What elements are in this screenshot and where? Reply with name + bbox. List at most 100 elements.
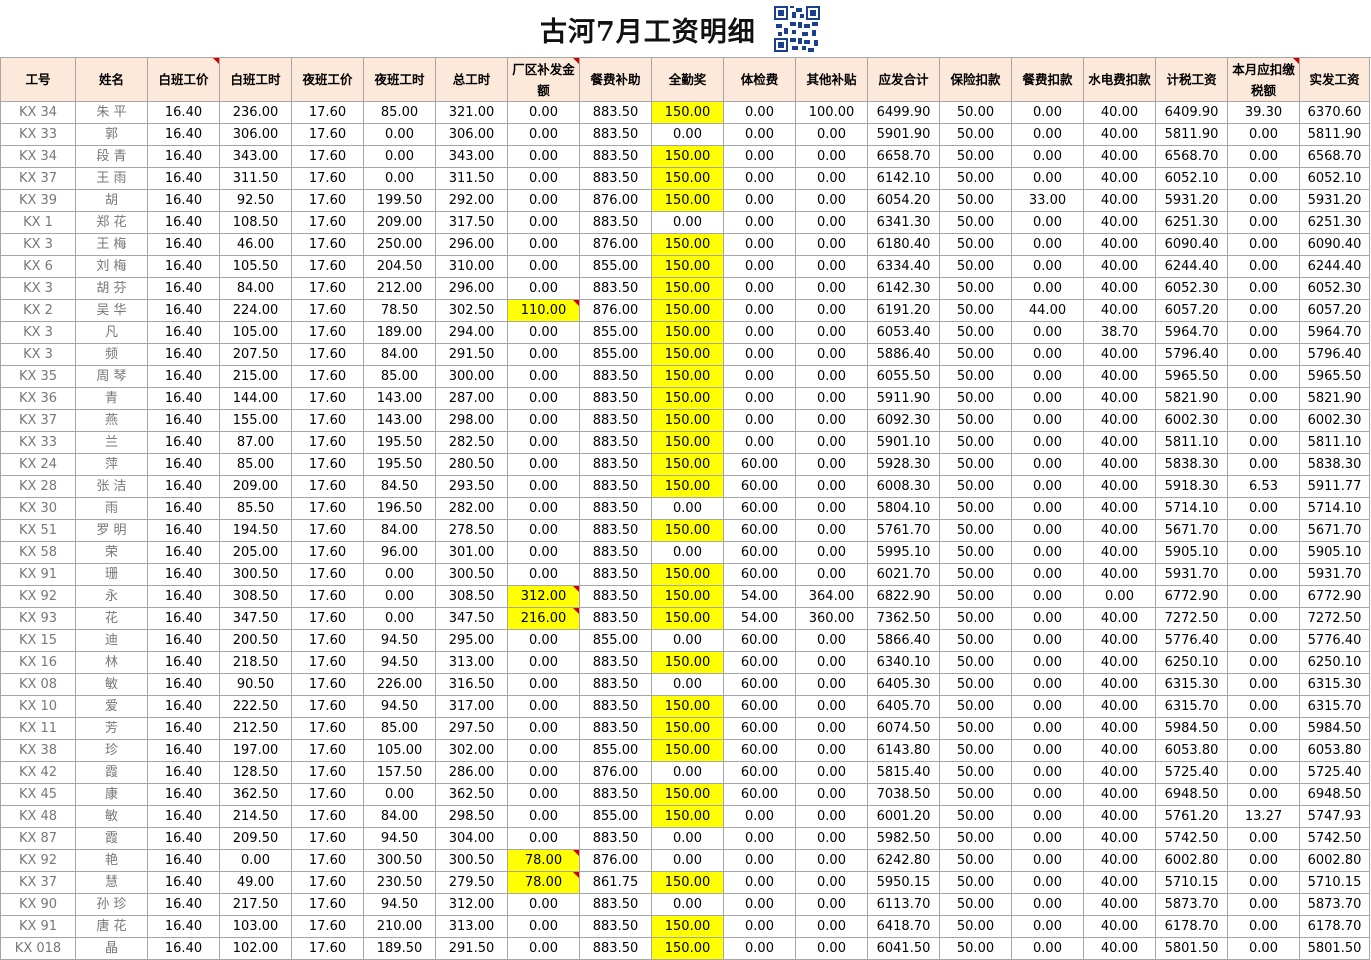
table-cell[interactable]: 16.40 bbox=[147, 387, 220, 410]
table-cell[interactable]: 孙 珍 bbox=[75, 893, 148, 916]
table-cell[interactable]: 150.00 bbox=[651, 277, 724, 300]
table-cell[interactable]: 85.00 bbox=[219, 453, 292, 476]
table-cell[interactable]: 78.50 bbox=[363, 299, 436, 322]
table-cell[interactable]: 0.00 bbox=[795, 365, 868, 388]
table-cell[interactable]: 17.60 bbox=[291, 695, 364, 718]
table-cell[interactable]: 33.00 bbox=[1011, 189, 1084, 212]
table-cell[interactable]: 5714.10 bbox=[1299, 497, 1370, 520]
table-cell[interactable]: 6052.30 bbox=[1155, 277, 1228, 300]
column-header[interactable]: 总工时 bbox=[435, 57, 508, 102]
table-cell[interactable]: 6057.20 bbox=[1155, 299, 1228, 322]
table-cell[interactable]: 0.00 bbox=[723, 123, 796, 146]
table-cell[interactable]: 0.00 bbox=[651, 849, 724, 872]
table-cell[interactable]: KX 16 bbox=[0, 651, 76, 674]
table-cell[interactable]: 0.00 bbox=[1227, 255, 1300, 278]
table-cell[interactable]: 7272.50 bbox=[1299, 607, 1370, 630]
table-cell[interactable]: 朱 平 bbox=[75, 101, 148, 124]
table-cell[interactable]: KX 28 bbox=[0, 475, 76, 498]
table-cell[interactable]: 16.40 bbox=[147, 123, 220, 146]
table-cell[interactable]: 40.00 bbox=[1083, 695, 1156, 718]
table-cell[interactable]: 0.00 bbox=[1227, 277, 1300, 300]
table-cell[interactable]: 308.50 bbox=[435, 585, 508, 608]
table-cell[interactable]: 5725.40 bbox=[1299, 761, 1370, 784]
table-cell[interactable]: 6244.40 bbox=[1299, 255, 1370, 278]
table-cell[interactable]: 50.00 bbox=[939, 585, 1012, 608]
table-cell[interactable]: 150.00 bbox=[651, 651, 724, 674]
table-cell[interactable]: 6178.70 bbox=[1155, 915, 1228, 938]
table-cell[interactable]: 16.40 bbox=[147, 629, 220, 652]
table-cell[interactable]: 17.60 bbox=[291, 123, 364, 146]
table-cell[interactable]: 0.00 bbox=[1011, 915, 1084, 938]
table-cell[interactable]: 150.00 bbox=[651, 937, 724, 960]
table-cell[interactable]: KX 3 bbox=[0, 343, 76, 366]
table-cell[interactable]: 0.00 bbox=[651, 123, 724, 146]
table-cell[interactable]: 50.00 bbox=[939, 475, 1012, 498]
table-cell[interactable]: 16.40 bbox=[147, 673, 220, 696]
table-cell[interactable]: 0.00 bbox=[795, 299, 868, 322]
table-cell[interactable]: KX 30 bbox=[0, 497, 76, 520]
table-cell[interactable]: 317.50 bbox=[435, 211, 508, 234]
table-cell[interactable]: 0.00 bbox=[1011, 629, 1084, 652]
table-cell[interactable]: 0.00 bbox=[1011, 541, 1084, 564]
table-cell[interactable]: KX 08 bbox=[0, 673, 76, 696]
table-cell[interactable]: 40.00 bbox=[1083, 497, 1156, 520]
table-cell[interactable]: 0.00 bbox=[795, 717, 868, 740]
table-cell[interactable]: 40.00 bbox=[1083, 409, 1156, 432]
table-cell[interactable]: 0.00 bbox=[1227, 431, 1300, 454]
table-cell[interactable]: 155.00 bbox=[219, 409, 292, 432]
table-cell[interactable]: 0.00 bbox=[1011, 585, 1084, 608]
table-cell[interactable]: 17.60 bbox=[291, 277, 364, 300]
table-cell[interactable]: 6053.80 bbox=[1299, 739, 1370, 762]
table-cell[interactable]: 16.40 bbox=[147, 849, 220, 872]
table-cell[interactable]: 0.00 bbox=[1011, 805, 1084, 828]
table-cell[interactable]: 0.00 bbox=[363, 585, 436, 608]
table-cell[interactable]: KX 51 bbox=[0, 519, 76, 542]
table-cell[interactable]: 0.00 bbox=[723, 871, 796, 894]
table-cell[interactable]: 150.00 bbox=[651, 805, 724, 828]
table-cell[interactable]: 94.50 bbox=[363, 629, 436, 652]
table-cell[interactable]: 迪 bbox=[75, 629, 148, 652]
table-cell[interactable]: 40.00 bbox=[1083, 893, 1156, 916]
table-cell[interactable]: 6822.90 bbox=[867, 585, 940, 608]
table-cell[interactable]: 0.00 bbox=[795, 145, 868, 168]
table-cell[interactable]: 16.40 bbox=[147, 717, 220, 740]
table-cell[interactable]: 5901.10 bbox=[867, 431, 940, 454]
table-cell[interactable]: 0.00 bbox=[1227, 739, 1300, 762]
table-cell[interactable]: 876.00 bbox=[579, 849, 652, 872]
table-cell[interactable]: KX 34 bbox=[0, 101, 76, 124]
table-cell[interactable]: 凡 bbox=[75, 321, 148, 344]
table-cell[interactable]: 287.00 bbox=[435, 387, 508, 410]
table-cell[interactable]: 861.75 bbox=[579, 871, 652, 894]
table-cell[interactable]: 60.00 bbox=[723, 629, 796, 652]
table-cell[interactable]: 17.60 bbox=[291, 519, 364, 542]
table-cell[interactable]: 永 bbox=[75, 585, 148, 608]
table-cell[interactable]: 0.00 bbox=[795, 673, 868, 696]
table-cell[interactable]: 50.00 bbox=[939, 431, 1012, 454]
table-cell[interactable]: 40.00 bbox=[1083, 211, 1156, 234]
table-cell[interactable]: KX 11 bbox=[0, 717, 76, 740]
table-cell[interactable]: 0.00 bbox=[723, 365, 796, 388]
table-cell[interactable]: 6948.50 bbox=[1155, 783, 1228, 806]
table-cell[interactable]: 郭 bbox=[75, 123, 148, 146]
table-cell[interactable]: 279.50 bbox=[435, 871, 508, 894]
table-cell[interactable]: 0.00 bbox=[723, 805, 796, 828]
table-cell[interactable]: 16.40 bbox=[147, 409, 220, 432]
table-cell[interactable]: 5804.10 bbox=[867, 497, 940, 520]
table-cell[interactable]: 40.00 bbox=[1083, 299, 1156, 322]
table-cell[interactable]: 50.00 bbox=[939, 937, 1012, 960]
table-cell[interactable]: 883.50 bbox=[579, 519, 652, 542]
table-cell[interactable]: 0.00 bbox=[507, 519, 580, 542]
table-cell[interactable]: 6244.40 bbox=[1155, 255, 1228, 278]
table-cell[interactable]: 17.60 bbox=[291, 717, 364, 740]
table-cell[interactable]: 282.50 bbox=[435, 431, 508, 454]
table-cell[interactable]: 60.00 bbox=[723, 519, 796, 542]
table-cell[interactable]: 6002.30 bbox=[1155, 409, 1228, 432]
table-cell[interactable]: 313.00 bbox=[435, 915, 508, 938]
table-cell[interactable]: 0.00 bbox=[723, 937, 796, 960]
table-cell[interactable]: 17.60 bbox=[291, 233, 364, 256]
table-cell[interactable]: 5965.50 bbox=[1299, 365, 1370, 388]
table-cell[interactable]: 0.00 bbox=[507, 761, 580, 784]
table-cell[interactable]: 16.40 bbox=[147, 827, 220, 850]
table-cell[interactable]: 6180.40 bbox=[867, 233, 940, 256]
table-cell[interactable]: 50.00 bbox=[939, 783, 1012, 806]
